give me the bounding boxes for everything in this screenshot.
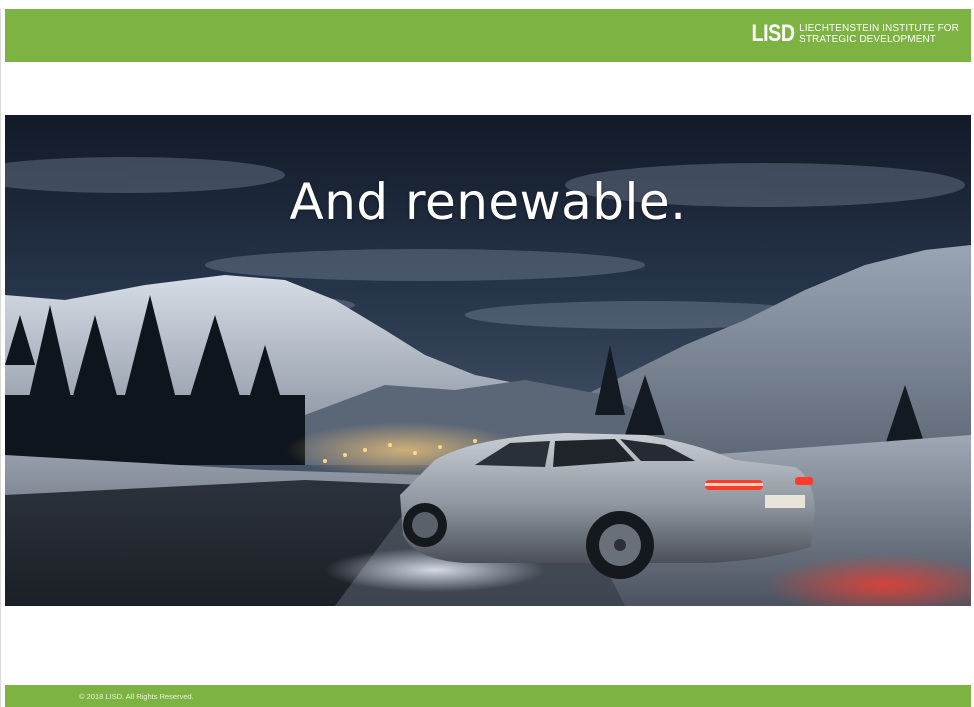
copyright-notice: © 2018 LISD. All Rights Reserved. xyxy=(79,692,194,701)
slide-headline: And renewable. xyxy=(289,173,687,231)
header-bar: LISD LIECHTENSTEIN INSTITUTE FOR STRATEG… xyxy=(5,9,971,62)
presentation-slide: LISD LIECHTENSTEIN INSTITUTE FOR STRATEG… xyxy=(5,9,971,707)
brand-lockup: LISD LIECHTENSTEIN INSTITUTE FOR STRATEG… xyxy=(742,22,959,46)
slide-top-margin xyxy=(0,0,974,9)
brand-name-line-2: STRATEGIC DEVELOPMENT xyxy=(799,34,936,45)
hero-photo: And renewable. xyxy=(5,115,971,606)
lisd-logo: LISD xyxy=(751,20,796,47)
footer-bar: © 2018 LISD. All Rights Reserved. xyxy=(5,685,971,707)
brand-name: LIECHTENSTEIN INSTITUTE FOR STRATEGIC DE… xyxy=(799,23,959,45)
brand-name-line-1: LIECHTENSTEIN INSTITUTE FOR xyxy=(799,23,959,34)
